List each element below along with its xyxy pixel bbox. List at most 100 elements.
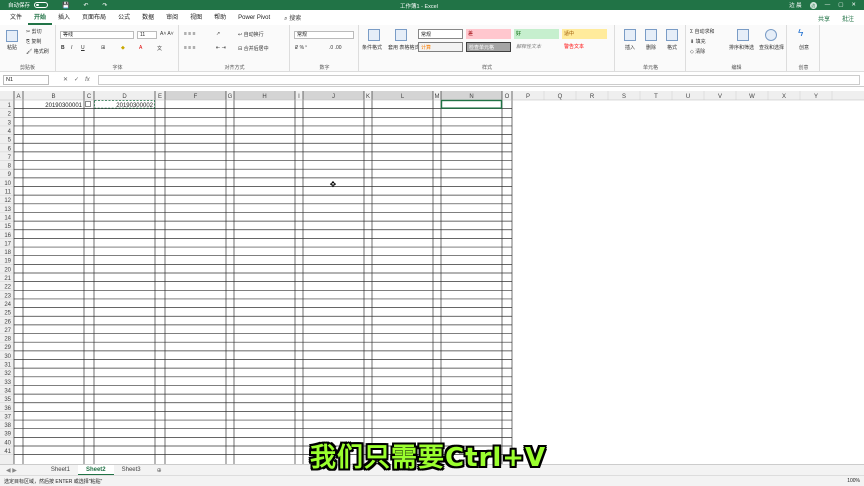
tab-review[interactable]: 审阅 <box>160 11 184 25</box>
col-header-S[interactable]: S <box>622 94 626 100</box>
bold-button[interactable]: B <box>61 45 65 51</box>
row-header[interactable]: 39 <box>4 432 11 438</box>
delete-cells-button[interactable]: 删除 <box>646 44 656 51</box>
decimal-icon[interactable]: .0 .00 <box>329 45 342 51</box>
row-header[interactable]: 37 <box>4 414 11 420</box>
tab-formulas[interactable]: 公式 <box>112 11 136 25</box>
col-header-O[interactable]: O <box>505 94 510 100</box>
enter-icon[interactable]: ✓ <box>74 76 79 83</box>
col-header-G[interactable]: G <box>228 94 233 100</box>
italic-button[interactable]: I <box>71 45 72 51</box>
wrap-text-button[interactable]: ↩ 自动换行 <box>238 31 264 38</box>
sheet-tab-3[interactable]: Sheet3 <box>114 465 149 476</box>
ideas-icon[interactable]: ϟ <box>798 28 803 39</box>
row-header[interactable]: 40 <box>4 440 11 446</box>
sheet-nav-icon[interactable]: ◀ ▶ <box>0 467 23 474</box>
worksheet-grid[interactable]: A B C D E F G H I J K L M N O P Q R S T U V W X Y 1 2 3 4 5 6 7 8 9 10 11 12… <box>0 91 864 464</box>
row-header[interactable]: 26 <box>4 319 11 325</box>
tab-data[interactable]: 数据 <box>136 11 160 25</box>
style-explanatory[interactable]: 解释性文本 <box>514 42 559 52</box>
grid-canvas[interactable]: A B C D E F G H I J K L M N O P Q R S T U V W X Y123456789101112… <box>0 91 864 464</box>
fx-icon[interactable]: fx <box>85 77 90 83</box>
col-header-Y[interactable]: Y <box>814 94 818 100</box>
tab-home[interactable]: 开始 <box>28 11 53 25</box>
tab-page-layout[interactable]: 页面布局 <box>76 11 112 25</box>
fill-button[interactable]: ⬇ 填充 <box>690 38 706 45</box>
formula-input[interactable] <box>97 74 860 85</box>
avatar[interactable]: 边 <box>809 1 817 9</box>
font-name-select[interactable]: 等线 <box>60 31 134 39</box>
style-calculation[interactable]: 计算 <box>418 42 463 52</box>
row-header[interactable]: 27 <box>4 328 11 334</box>
indent-icon[interactable]: ⇤ ⇥ <box>216 45 226 51</box>
format-cells-button[interactable]: 格式 <box>667 44 677 51</box>
tab-file[interactable]: 文件 <box>4 11 28 25</box>
format-table-icon[interactable] <box>395 29 407 41</box>
cancel-icon[interactable]: ✕ <box>63 76 68 83</box>
row-header[interactable]: 21 <box>4 276 11 282</box>
col-header-V[interactable]: V <box>718 94 722 100</box>
col-header-H[interactable]: H <box>262 94 266 100</box>
row-header[interactable]: 18 <box>4 250 11 256</box>
row-header[interactable]: 17 <box>4 241 11 247</box>
col-header-B[interactable]: B <box>51 94 55 100</box>
align-left-icon[interactable]: ≡ ≡ ≡ <box>184 45 196 51</box>
col-header-C[interactable]: C <box>87 94 92 100</box>
col-header-M[interactable]: M <box>435 94 440 100</box>
cell-B1[interactable]: 20190300001 <box>45 103 82 109</box>
copy-button[interactable]: ⎘ 复制 <box>26 38 41 45</box>
paste-button[interactable]: 粘贴 <box>7 44 17 51</box>
tab-view[interactable]: 视图 <box>184 11 208 25</box>
row-header[interactable]: 38 <box>4 423 11 429</box>
row-header[interactable]: 29 <box>4 345 11 351</box>
row-header[interactable]: 33 <box>4 380 11 386</box>
col-header-D[interactable]: D <box>122 94 127 100</box>
col-header-X[interactable]: X <box>782 94 786 100</box>
row-header[interactable]: 11 <box>5 190 12 196</box>
comments-button[interactable]: 批注 <box>842 14 854 23</box>
style-check-cell[interactable]: 检查单元格 <box>466 42 511 52</box>
sheet-tab-2[interactable]: Sheet2 <box>77 464 114 476</box>
col-header-N[interactable]: N <box>469 94 473 100</box>
cut-button[interactable]: ✂ 剪切 <box>26 28 42 35</box>
orientation-icon[interactable]: ↗ <box>216 31 220 37</box>
tab-insert[interactable]: 插入 <box>52 11 76 25</box>
conditional-format-button[interactable]: 条件格式 <box>362 44 382 51</box>
font-size-select[interactable]: 11 <box>137 31 157 39</box>
row-header[interactable]: 13 <box>4 207 11 213</box>
col-header-J[interactable]: J <box>332 94 335 100</box>
name-box[interactable]: N1 <box>3 74 49 85</box>
col-header-A[interactable]: A <box>16 94 20 100</box>
row-header[interactable]: 25 <box>4 311 11 317</box>
autosum-button[interactable]: Σ 自动求和 <box>690 28 715 35</box>
row-header[interactable]: 23 <box>4 293 11 299</box>
insert-cells-button[interactable]: 插入 <box>625 44 635 51</box>
format-painter-button[interactable]: 🖌 格式刷 <box>26 48 49 55</box>
undo-icon[interactable]: ↶ <box>84 2 89 9</box>
row-header[interactable]: 24 <box>4 302 11 308</box>
format-cells-icon[interactable] <box>666 29 678 41</box>
row-header[interactable]: 19 <box>4 259 11 265</box>
search-icon[interactable]: ⌕ 搜索 <box>276 13 309 23</box>
row-header[interactable]: 28 <box>4 337 11 343</box>
row-header[interactable]: 41 <box>4 449 11 455</box>
share-button[interactable]: 共享 <box>818 14 830 23</box>
row-header[interactable]: 34 <box>4 388 11 394</box>
add-sheet-icon[interactable]: ⊕ <box>149 467 170 474</box>
align-top-icon[interactable]: ≡ ≡ ≡ <box>184 31 196 37</box>
col-header-W[interactable]: W <box>749 94 755 100</box>
style-neutral[interactable]: 适中 <box>562 29 607 39</box>
row-header[interactable]: 14 <box>4 215 11 221</box>
number-format-select[interactable]: 常规 <box>294 31 354 39</box>
underline-button[interactable]: U <box>81 45 85 51</box>
minimize-icon[interactable]: — <box>825 2 831 8</box>
paste-options-icon[interactable] <box>85 101 91 107</box>
row-header[interactable]: 10 <box>4 181 11 187</box>
close-icon[interactable]: ✕ <box>851 2 856 8</box>
insert-cells-icon[interactable] <box>624 29 636 41</box>
col-header-U[interactable]: U <box>686 94 690 100</box>
sort-filter-button[interactable]: 排序和筛选 <box>729 44 754 51</box>
style-warning[interactable]: 警告文本 <box>562 42 607 52</box>
col-header-T[interactable]: T <box>654 94 658 100</box>
sort-filter-icon[interactable] <box>737 29 749 41</box>
